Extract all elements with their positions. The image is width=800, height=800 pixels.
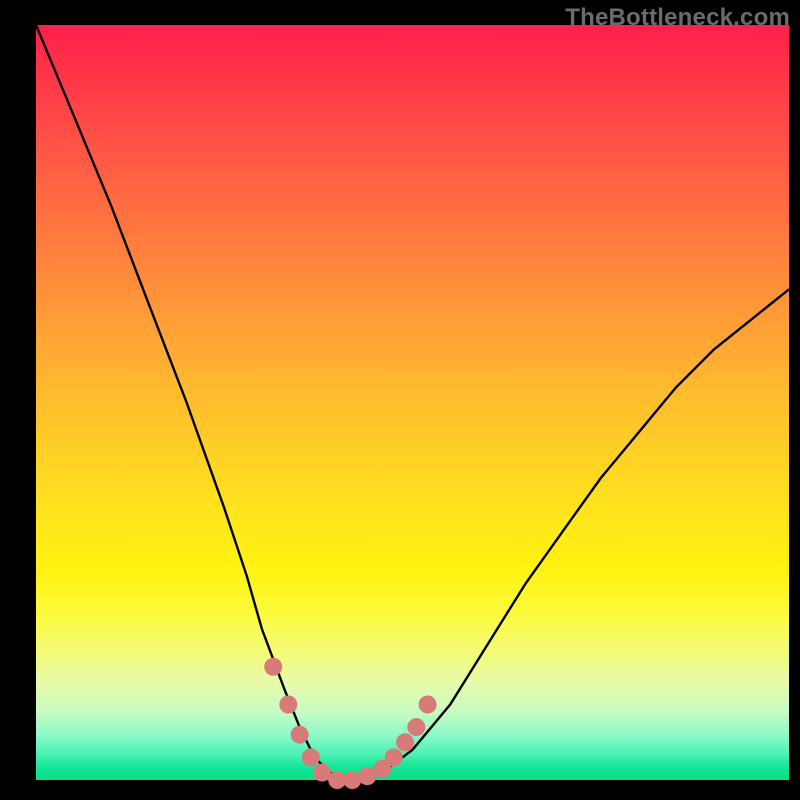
- plot-area: [36, 25, 789, 780]
- watermark-label: TheBottleneck.com: [565, 4, 790, 32]
- chart-frame: TheBottleneck.com: [0, 0, 800, 800]
